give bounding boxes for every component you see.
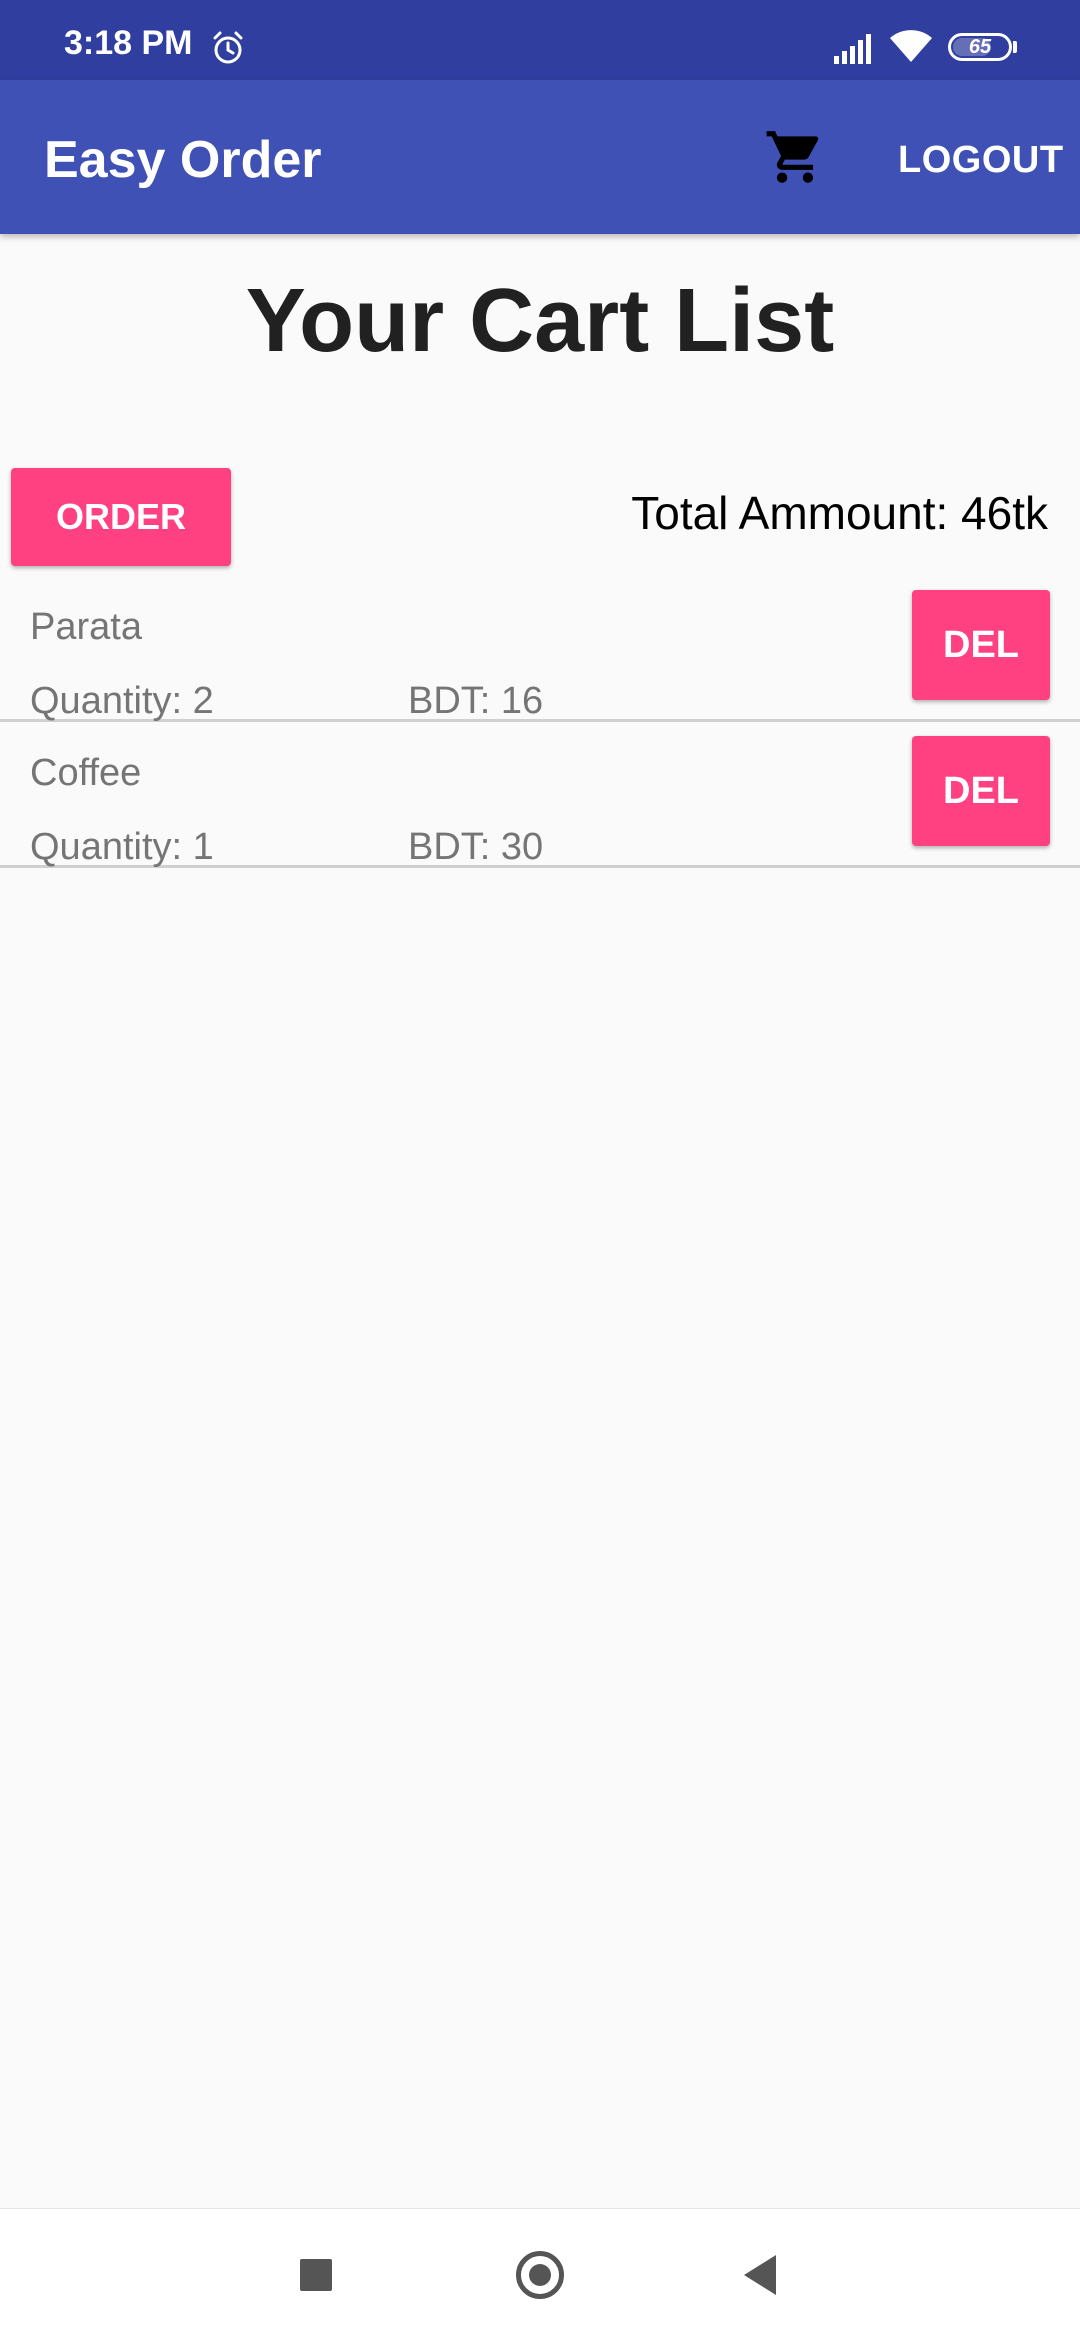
- wifi-icon: [890, 30, 932, 62]
- alarm-icon: [213, 31, 243, 64]
- item-price: BDT: 16: [408, 680, 544, 722]
- battery-level: 65: [968, 35, 992, 58]
- list-item: Coffee Quantity: 1 BDT: 30 DEL: [0, 724, 1080, 868]
- delete-button[interactable]: DEL: [912, 736, 1050, 846]
- item-price: BDT: 30: [408, 826, 544, 868]
- item-quantity: Quantity: 2: [30, 680, 214, 722]
- page-title: Your Cart List: [245, 271, 835, 371]
- logout-button[interactable]: LOGOUT: [888, 132, 1074, 188]
- signal-icon: [834, 34, 871, 64]
- item-name: Parata: [30, 606, 142, 648]
- app-bar: Easy Order LOGOUT: [0, 80, 1080, 234]
- cart-icon[interactable]: [764, 126, 826, 188]
- status-bar: 3:18 PM 65: [0, 0, 1080, 80]
- item-quantity: Quantity: 1: [30, 826, 214, 868]
- home-icon[interactable]: [516, 2251, 564, 2299]
- delete-button[interactable]: DEL: [912, 590, 1050, 700]
- back-icon[interactable]: [740, 2253, 780, 2297]
- app-title: Easy Order: [44, 131, 322, 189]
- item-name: Coffee: [30, 752, 142, 794]
- order-button[interactable]: ORDER: [11, 468, 231, 566]
- status-time: 3:18 PM: [64, 24, 193, 62]
- list-item: Parata Quantity: 2 BDT: 16 DEL: [0, 578, 1080, 722]
- navigation-bar: [0, 2208, 1080, 2341]
- total-amount: Total Ammount: 46tk: [631, 487, 1048, 539]
- recents-icon[interactable]: [300, 2259, 332, 2291]
- battery-icon: 65: [948, 33, 1012, 61]
